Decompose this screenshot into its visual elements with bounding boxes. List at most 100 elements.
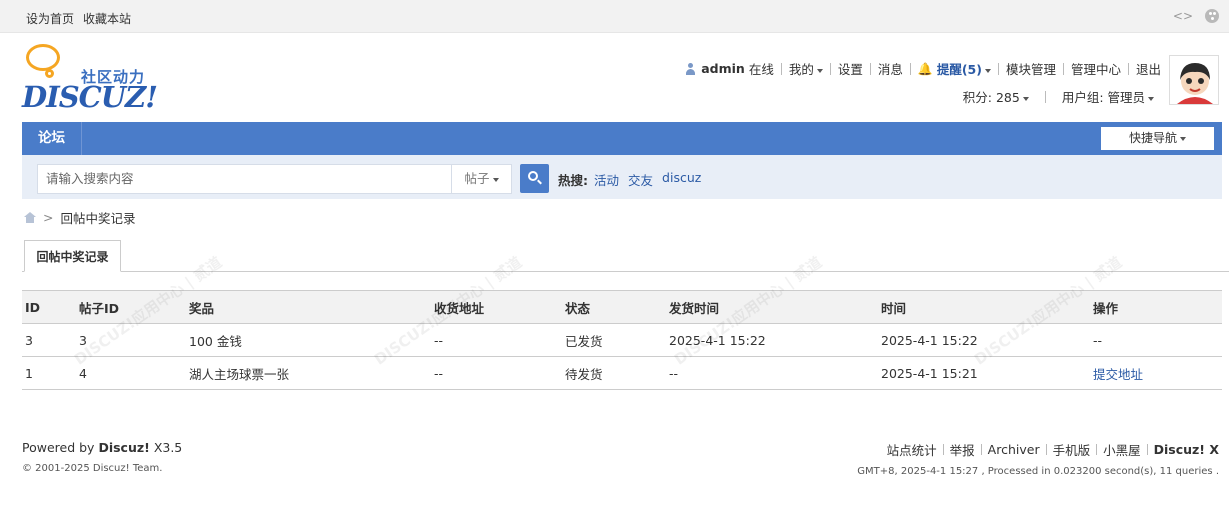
divider bbox=[942, 444, 944, 455]
tab-divider bbox=[22, 271, 1229, 272]
home-icon[interactable] bbox=[24, 212, 36, 223]
chevron-down-icon bbox=[984, 68, 991, 73]
col-prize: 奖品 bbox=[186, 290, 431, 324]
footer-links: 站点统计 举报 Archiver 手机版 小黑屋 Discuz! X bbox=[857, 440, 1219, 459]
messages-link[interactable]: 消息 bbox=[878, 59, 903, 78]
divider bbox=[1096, 444, 1098, 455]
breadcrumb: > 回帖中奖记录 bbox=[24, 208, 136, 227]
powered-by: Powered by Discuz! X3.5 bbox=[22, 440, 182, 455]
settings-link[interactable]: 设置 bbox=[838, 59, 863, 78]
nav-forum[interactable]: 论坛 bbox=[22, 122, 82, 155]
quick-nav-label: 快捷导航 bbox=[1128, 131, 1177, 145]
cell-thread-id: 4 bbox=[76, 356, 186, 390]
cell-status: 待发货 bbox=[562, 356, 666, 390]
footer-right: 站点统计 举报 Archiver 手机版 小黑屋 Discuz! X GMT+8… bbox=[857, 440, 1219, 477]
search-type-label: 帖子 bbox=[464, 171, 490, 186]
chevron-down-icon bbox=[492, 177, 499, 182]
table-row: 1 4 湖人主场球票一张 -- 待发货 -- 2025-4-1 15:21 提交… bbox=[22, 356, 1222, 390]
hot-search-item[interactable]: 活动 bbox=[594, 170, 619, 189]
code-icon[interactable]: <> bbox=[1173, 9, 1193, 23]
hot-search: 热搜: 活动 交友 discuz bbox=[558, 170, 701, 189]
usergroup-label: 用户组: 管理员 bbox=[1061, 90, 1145, 105]
remind-menu[interactable]: 提醒(5) bbox=[937, 59, 991, 78]
user-nav: admin 在线 我的 设置 消息 🔔 提醒(5) 模块管理 管理中心 退出 bbox=[685, 59, 1161, 78]
cell-action: -- bbox=[1090, 323, 1222, 357]
divider bbox=[829, 62, 831, 75]
search-type-select[interactable]: 帖子 bbox=[451, 164, 512, 194]
discuz-logo[interactable]: 社区动力 DISCUZ! bbox=[22, 44, 158, 114]
cell-time: 2025-4-1 15:21 bbox=[878, 356, 1090, 390]
username-link[interactable]: admin bbox=[701, 61, 745, 76]
admin-center-link[interactable]: 管理中心 bbox=[1071, 59, 1121, 78]
breadcrumb-current: 回帖中奖记录 bbox=[60, 211, 136, 226]
points-menu[interactable]: 积分: 285 bbox=[963, 87, 1029, 106]
bookmark-link[interactable]: 收藏本站 bbox=[83, 10, 131, 27]
cell-status: 已发货 bbox=[562, 323, 666, 357]
my-menu-label: 我的 bbox=[788, 62, 814, 77]
divider bbox=[1044, 90, 1046, 103]
avatar-cartoon-image bbox=[1170, 56, 1218, 104]
table-row: 3 3 100 金钱 -- 已发货 2025-4-1 15:22 2025-4-… bbox=[22, 323, 1222, 357]
hot-search-item[interactable]: 交友 bbox=[628, 170, 653, 189]
submit-address-link[interactable]: 提交地址 bbox=[1093, 367, 1143, 382]
divider bbox=[980, 444, 982, 455]
col-status: 状态 bbox=[562, 290, 666, 324]
user-icon bbox=[685, 62, 696, 75]
usergroup-menu[interactable]: 用户组: 管理员 bbox=[1062, 87, 1154, 106]
cell-time: 2025-4-1 15:22 bbox=[878, 323, 1090, 357]
divider bbox=[780, 62, 782, 75]
my-menu[interactable]: 我的 bbox=[789, 59, 823, 78]
quick-nav-button[interactable]: 快捷导航 bbox=[1101, 127, 1214, 150]
bell-icon: 🔔 bbox=[917, 61, 933, 76]
main-nav-bar: 论坛 快捷导航 bbox=[22, 122, 1222, 155]
search-input[interactable]: 请输入搜索内容 bbox=[37, 164, 452, 194]
chevron-down-icon bbox=[1148, 96, 1154, 101]
logo-english-text: DISCUZ! bbox=[22, 80, 158, 114]
col-address: 收货地址 bbox=[431, 290, 562, 324]
cell-action: 提交地址 bbox=[1090, 356, 1222, 390]
logo-bubble-tail bbox=[45, 69, 54, 78]
cell-prize: 湖人主场球票一张 bbox=[186, 356, 431, 390]
copyright: © 2001-2025 Discuz! Team. bbox=[22, 463, 163, 474]
powered-by-version: X3.5 bbox=[153, 440, 183, 455]
divider bbox=[909, 62, 911, 75]
footer-link-report[interactable]: 举报 bbox=[950, 440, 975, 459]
cell-thread-id: 3 bbox=[76, 323, 186, 357]
footer-link-stats[interactable]: 站点统计 bbox=[887, 440, 937, 459]
cell-address: -- bbox=[431, 323, 562, 357]
cell-id: 3 bbox=[22, 323, 76, 357]
search-button[interactable] bbox=[520, 164, 549, 193]
search-bar: 请输入搜索内容 帖子 热搜: 活动 交友 discuz bbox=[22, 155, 1222, 199]
palette-icon[interactable] bbox=[1205, 9, 1219, 23]
cell-address: -- bbox=[431, 356, 562, 390]
chevron-down-icon bbox=[1180, 136, 1186, 141]
points-label: 积分: 285 bbox=[962, 90, 1020, 105]
col-thread-id: 帖子ID bbox=[76, 290, 186, 324]
tab-reply-prize-records[interactable]: 回帖中奖记录 bbox=[24, 240, 121, 272]
col-id: ID bbox=[22, 290, 76, 324]
divider bbox=[1045, 444, 1047, 455]
site-header: 社区动力 DISCUZ! admin 在线 我的 设置 消息 🔔 提醒(5) 模… bbox=[0, 33, 1229, 121]
divider bbox=[1127, 62, 1129, 75]
footer-link-archiver[interactable]: Archiver bbox=[988, 442, 1040, 457]
chevron-down-icon bbox=[1022, 96, 1029, 101]
cell-prize: 100 金钱 bbox=[186, 323, 431, 357]
set-homepage-link[interactable]: 设为首页 bbox=[26, 10, 74, 27]
footer-brand-link[interactable]: Discuz! X bbox=[1154, 442, 1219, 457]
hot-search-item[interactable]: discuz bbox=[662, 170, 701, 189]
powered-by-prefix: Powered by bbox=[22, 440, 95, 455]
col-time: 时间 bbox=[878, 290, 1090, 324]
user-stats: 积分: 285 用户组: 管理员 bbox=[963, 87, 1154, 106]
footer-link-mobile[interactable]: 手机版 bbox=[1053, 440, 1091, 459]
remind-label: 提醒(5) bbox=[936, 62, 982, 77]
module-manage-link[interactable]: 模块管理 bbox=[1006, 59, 1056, 78]
footer-link-blacklist[interactable]: 小黑屋 bbox=[1103, 440, 1141, 459]
divider bbox=[1062, 62, 1064, 75]
prize-records-table: ID 帖子ID 奖品 收货地址 状态 发货时间 时间 操作 3 3 100 金钱… bbox=[22, 290, 1222, 390]
cell-ship-time: -- bbox=[666, 356, 878, 390]
powered-by-brand[interactable]: Discuz! bbox=[98, 440, 149, 455]
cell-id: 1 bbox=[22, 356, 76, 390]
hot-search-label: 热搜: bbox=[558, 173, 588, 188]
logout-link[interactable]: 退出 bbox=[1136, 59, 1161, 78]
avatar[interactable] bbox=[1169, 55, 1219, 105]
